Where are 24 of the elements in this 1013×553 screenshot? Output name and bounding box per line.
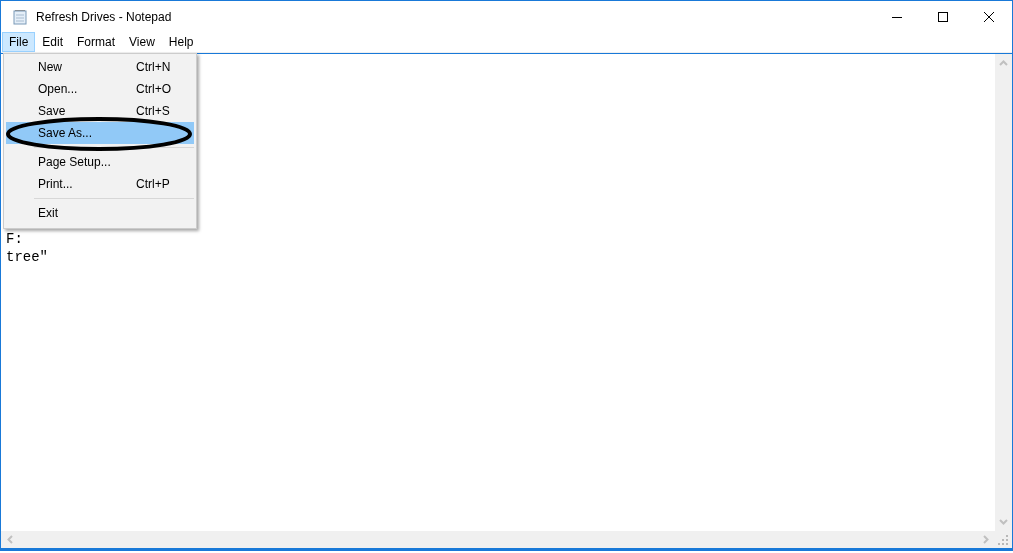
text-line: F:	[6, 230, 24, 248]
menu-item[interactable]: View	[122, 32, 162, 52]
menu-item[interactable]: File	[2, 32, 36, 52]
notepad-icon	[12, 8, 28, 25]
scroll-up-icon[interactable]	[999, 60, 1008, 66]
menu-option[interactable]: Page Setup...	[6, 151, 194, 173]
text-line: tree"	[6, 248, 49, 266]
menu-option[interactable]: Open... Ctrl+O	[6, 78, 194, 100]
menu-option[interactable]: Print... Ctrl+P	[6, 173, 194, 195]
horizontal-scrollbar[interactable]	[1, 531, 995, 548]
menu-item[interactable]: Format	[70, 32, 123, 52]
resize-grip-icon[interactable]	[998, 535, 1009, 546]
menu-option[interactable]: New Ctrl+N	[6, 56, 194, 78]
maximize-icon	[938, 11, 948, 22]
menu-option[interactable]: Exit	[6, 202, 194, 224]
menu-option[interactable]: Save Ctrl+S	[6, 100, 194, 122]
scroll-left-icon[interactable]	[7, 535, 13, 544]
scroll-down-icon[interactable]	[999, 519, 1008, 525]
scroll-right-icon[interactable]	[983, 535, 989, 544]
vertical-scrollbar[interactable]	[995, 54, 1012, 531]
menu-item[interactable]: Help	[161, 32, 201, 52]
close-icon	[984, 11, 994, 22]
menu-item[interactable]: Edit	[35, 32, 71, 52]
window-title: Refresh Drives - Notepad	[36, 9, 172, 24]
